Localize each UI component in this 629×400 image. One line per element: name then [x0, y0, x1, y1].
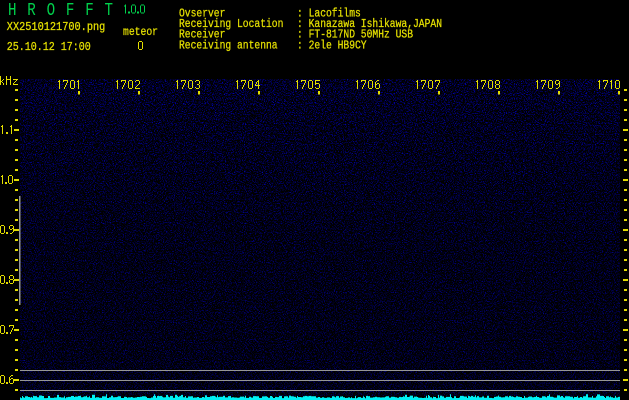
svg-text:F: F	[85, 1, 94, 21]
svg-text:H: H	[8, 1, 17, 21]
svg-text:T: T	[105, 1, 114, 21]
svg-text:XX2510121700.png: XX2510121700.png	[7, 20, 106, 34]
svg-text:Receiving antenna: Receiving antenna	[179, 38, 278, 52]
svg-text:F: F	[66, 1, 75, 21]
svg-text:O: O	[47, 1, 56, 21]
svg-text:: 2ele HB9CY: : 2ele HB9CY	[297, 38, 367, 52]
svg-text:25.10.12 17:00: 25.10.12 17:00	[7, 40, 91, 54]
svg-text:R: R	[27, 1, 36, 21]
svg-text:meteor: meteor	[123, 25, 158, 39]
